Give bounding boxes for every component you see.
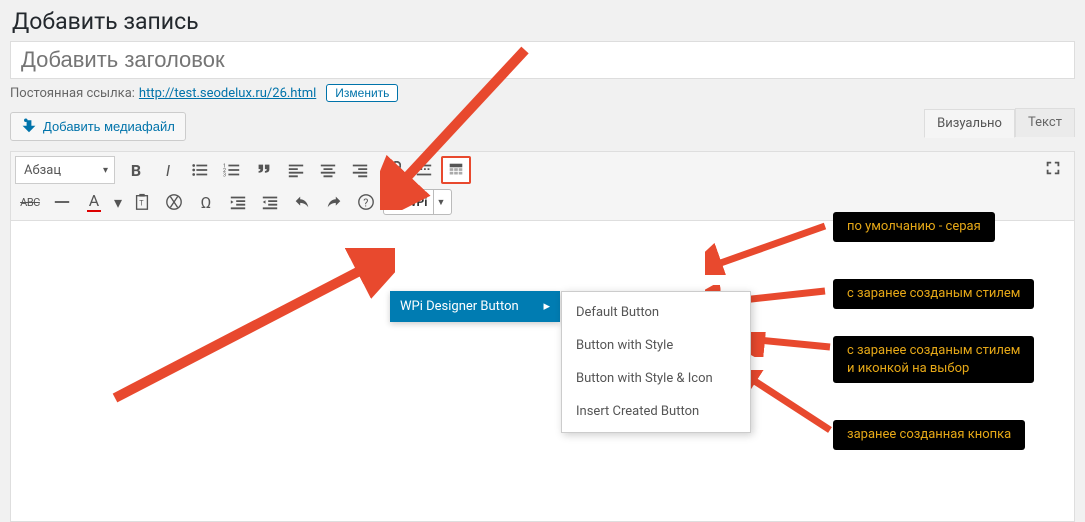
svg-text:T: T <box>139 199 144 208</box>
insert-more-button[interactable] <box>409 156 439 184</box>
submenu-button-with-style[interactable]: Button with Style <box>562 329 750 362</box>
toolbar-row-1: Абзац B I 123 <box>13 154 1072 186</box>
annotation-4: заранее созданная кнопка <box>833 420 1025 450</box>
align-left-button[interactable] <box>281 156 311 184</box>
wpi-dropdown: WPi Designer Button ▸ <box>390 291 560 322</box>
toolbar: Абзац B I 123 ABC A ▾ T Ω <box>11 152 1074 221</box>
align-right-button[interactable] <box>345 156 375 184</box>
submenu-default-button[interactable]: Default Button <box>562 296 750 329</box>
media-icon <box>21 117 37 136</box>
numbered-list-button[interactable]: 123 <box>217 156 247 184</box>
paste-text-button[interactable]: T <box>127 188 157 216</box>
wpi-dropdown-item[interactable]: WPi Designer Button ▸ <box>390 291 560 322</box>
indent-button[interactable] <box>255 188 285 216</box>
keyboard-help-button[interactable]: ? <box>351 188 381 216</box>
wpi-dropdown-label: WPi Designer Button <box>400 299 519 314</box>
bold-button[interactable]: B <box>121 156 151 184</box>
annotation-3: с заранее созданым стилеми иконкой на вы… <box>833 336 1034 383</box>
italic-button[interactable]: I <box>153 156 183 184</box>
wpi-designer-button[interactable]: WPi ▼ <box>383 189 452 215</box>
fullscreen-button[interactable] <box>1038 154 1068 182</box>
permalink-label: Постоянная ссылка: <box>10 86 135 101</box>
submenu-button-with-style-icon[interactable]: Button with Style & Icon <box>562 362 750 395</box>
permalink-row: Постоянная ссылка: http://test.seodelux.… <box>0 84 1085 112</box>
strikethrough-button[interactable]: ABC <box>15 188 45 216</box>
horizontal-rule-button[interactable] <box>47 188 77 216</box>
blockquote-button[interactable] <box>249 156 279 184</box>
submenu-insert-created-button[interactable]: Insert Created Button <box>562 395 750 428</box>
align-center-button[interactable] <box>313 156 343 184</box>
wpi-icon <box>388 195 402 209</box>
title-input-wrap <box>0 41 1085 84</box>
post-title-input[interactable] <box>10 41 1075 79</box>
wpi-caret-icon[interactable]: ▼ <box>433 190 447 214</box>
clear-formatting-button[interactable] <box>159 188 189 216</box>
permalink-edit-button[interactable]: Изменить <box>326 84 398 102</box>
tab-visual[interactable]: Визуально <box>924 109 1015 138</box>
permalink-url[interactable]: http://test.seodelux.ru/26.html <box>139 86 316 101</box>
toggle-toolbar-button[interactable] <box>441 156 471 184</box>
add-media-button[interactable]: Добавить медиафайл <box>10 112 186 141</box>
block-format-select[interactable]: Абзац <box>15 156 115 184</box>
add-media-label: Добавить медиафайл <box>43 119 175 134</box>
text-color-button[interactable]: A <box>79 188 109 216</box>
redo-button[interactable] <box>319 188 349 216</box>
special-char-button[interactable]: Ω <box>191 188 221 216</box>
media-row: Добавить медиафайл Визуально Текст <box>0 112 1085 151</box>
page-title: Добавить запись <box>0 0 1085 41</box>
annotation-2: с заранее созданым стилем <box>833 279 1034 309</box>
editor-tabs: Визуально Текст <box>924 108 1075 137</box>
tab-text[interactable]: Текст <box>1015 108 1075 137</box>
text-color-dropdown[interactable]: ▾ <box>111 188 125 216</box>
svg-text:?: ? <box>363 197 368 210</box>
chevron-right-icon: ▸ <box>543 299 550 314</box>
annotation-1: по умолчанию - серая <box>833 212 995 242</box>
block-format-label: Абзац <box>24 163 61 178</box>
insert-link-button[interactable] <box>377 156 407 184</box>
svg-text:3: 3 <box>223 172 226 178</box>
wpi-label: WPi <box>406 195 427 209</box>
outdent-button[interactable] <box>223 188 253 216</box>
undo-button[interactable] <box>287 188 317 216</box>
bulleted-list-button[interactable] <box>185 156 215 184</box>
wpi-submenu: Default Button Button with Style Button … <box>561 291 751 433</box>
